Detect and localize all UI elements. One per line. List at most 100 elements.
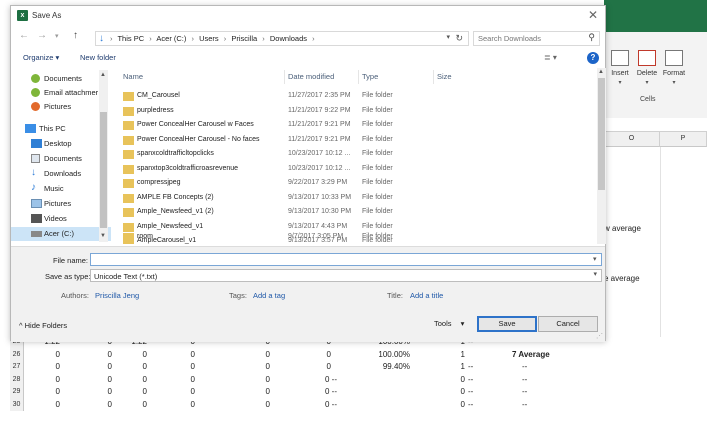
list-item[interactable]: spanxcoldtrafficltopclicks 10/23/2017 10… <box>117 149 593 161</box>
row-number[interactable]: 29 <box>10 386 24 399</box>
forward-arrow-icon[interactable]: → <box>37 30 47 41</box>
cell[interactable] <box>468 349 508 362</box>
table-row[interactable]: 27 0 0 0 0 0 0 99.40% 1 -- -- <box>0 361 707 374</box>
cell[interactable]: 0 <box>30 399 60 412</box>
cell[interactable]: 0 <box>150 399 195 412</box>
row-number[interactable]: 28 <box>10 373 24 386</box>
refresh-icon[interactable]: ↻ <box>455 33 463 44</box>
cell-text[interactable]: w average <box>604 224 641 233</box>
column-header-size[interactable]: Size <box>437 72 452 81</box>
nav-item-music[interactable]: ♪ Music <box>11 182 111 196</box>
cell[interactable]: 0 <box>415 386 465 399</box>
dialog-title-bar[interactable]: x Save As ✕ <box>11 6 605 26</box>
up-arrow-icon[interactable]: ↑ <box>73 30 78 41</box>
cell[interactable]: -- <box>522 399 572 412</box>
list-item[interactable]: compressjpeg 9/22/2017 3:29 PM File fold… <box>117 178 593 190</box>
table-row[interactable]: 26 0 0 0 0 0 0 100.00% 1 7 Average <box>0 348 707 362</box>
authors-value[interactable]: Priscilla Jeng <box>95 291 139 300</box>
cell[interactable]: 0 <box>112 349 147 362</box>
cell[interactable]: 0 <box>30 386 60 399</box>
nav-item-desktop[interactable]: Desktop <box>11 137 111 151</box>
scroll-up-icon[interactable]: ▲ <box>100 72 106 78</box>
nav-item-this-pc[interactable]: This PC <box>11 122 111 136</box>
list-item[interactable]: room 9/7/2017 3:05 PM File folder <box>117 232 593 244</box>
cell[interactable]: 0 <box>200 386 270 399</box>
cell[interactable]: -- <box>468 399 508 412</box>
column-header-o[interactable]: O <box>604 132 660 147</box>
cell[interactable]: 0 -- <box>325 399 365 412</box>
cell[interactable]: 0 <box>415 374 465 387</box>
cell[interactable]: 0 <box>150 374 195 387</box>
address-dropdown-icon[interactable]: ▾ <box>446 33 450 41</box>
nav-item-acer-drive[interactable]: Acer (C:) <box>11 227 111 241</box>
cell[interactable]: -- <box>522 361 572 374</box>
cell[interactable]: 0 <box>30 349 60 362</box>
cell[interactable]: 0 <box>70 399 112 412</box>
save-as-type-select[interactable]: Unicode Text (*.txt) ▾ <box>90 269 602 282</box>
breadcrumb-item[interactable]: Downloads <box>270 34 307 43</box>
cell[interactable]: 0 <box>200 361 270 374</box>
cell[interactable]: -- <box>468 361 508 374</box>
tools-button[interactable]: Tools ▾ <box>434 319 464 328</box>
cell[interactable]: 7 Average <box>512 349 572 362</box>
view-options-icon[interactable]: ≣ ▾ <box>544 53 557 62</box>
table-row[interactable]: 28 0 0 0 0 0 0 -- 0 -- -- <box>0 373 707 387</box>
nav-item-pictures-pc[interactable]: Pictures <box>11 197 111 211</box>
list-item[interactable]: purpledress 11/21/2017 9:22 PM File fold… <box>117 106 593 118</box>
cell[interactable]: 0 <box>150 386 195 399</box>
tags-value[interactable]: Add a tag <box>253 291 285 300</box>
table-row[interactable]: 30 0 0 0 0 0 0 -- 0 -- -- <box>0 398 707 412</box>
nav-item-documents[interactable]: Documents <box>11 72 111 86</box>
cell[interactable]: 0 <box>275 361 331 374</box>
cell[interactable]: -- <box>468 374 508 387</box>
search-box[interactable]: Search Downloads ⚲ <box>473 31 600 46</box>
cell[interactable]: 0 <box>70 361 112 374</box>
list-item[interactable]: CM_Carousel 11/27/2017 2:35 PM File fold… <box>117 91 593 103</box>
table-row[interactable]: 29 0 0 0 0 0 0 -- 0 -- -- <box>0 386 707 399</box>
breadcrumb-item[interactable]: This PC <box>117 34 144 43</box>
save-button[interactable]: Save <box>477 316 537 332</box>
cell[interactable]: 0 <box>200 374 270 387</box>
scrollbar-thumb[interactable] <box>598 78 605 190</box>
list-item[interactable]: spanxtop3coldtrafficroasrevenue 10/23/20… <box>117 164 593 176</box>
help-icon[interactable]: ? <box>587 52 599 64</box>
formula-bar[interactable] <box>604 118 707 132</box>
scrollbar-thumb[interactable] <box>100 112 107 228</box>
cell[interactable]: 1 <box>415 361 465 374</box>
cell[interactable]: 0 <box>150 361 195 374</box>
cell[interactable]: 0 <box>112 386 147 399</box>
cell[interactable]: 0 <box>112 361 147 374</box>
cell[interactable]: 99.40% <box>340 361 410 374</box>
list-item[interactable]: Power ConcealHer Carousel - No faces 11/… <box>117 135 593 147</box>
cell[interactable]: 0 <box>112 374 147 387</box>
nav-item-videos[interactable]: Videos <box>11 212 111 226</box>
back-arrow-icon[interactable]: ← <box>19 30 29 41</box>
cell[interactable]: -- <box>522 386 572 399</box>
column-header-date-modified[interactable]: Date modified <box>288 72 334 81</box>
cell[interactable]: 0 <box>200 349 270 362</box>
cancel-button[interactable]: Cancel <box>538 316 598 332</box>
cell[interactable]: 0 <box>150 349 195 362</box>
nav-item-documents-pc[interactable]: Documents <box>11 152 111 166</box>
cell[interactable]: 0 -- <box>325 374 365 387</box>
cell[interactable]: 0 <box>200 399 270 412</box>
chevron-down-icon[interactable]: ▾ <box>593 255 597 263</box>
address-bar[interactable]: ↓ › This PC › Acer (C:) › Users › Prisci… <box>95 31 469 46</box>
nav-item-downloads[interactable]: ↓ Downloads <box>11 167 111 181</box>
row-number[interactable]: 27 <box>10 361 24 374</box>
cell[interactable]: -- <box>522 374 572 387</box>
cell[interactable]: 1 <box>415 349 465 362</box>
recent-locations-chevron-icon[interactable]: ▾ <box>55 32 59 40</box>
delete-cells-button[interactable]: Delete ▾ <box>633 50 661 86</box>
list-item[interactable]: Power ConcealHer Carousel w Faces 11/21/… <box>117 120 593 132</box>
cell[interactable]: 0 <box>70 349 112 362</box>
new-folder-button[interactable]: New folder <box>80 53 116 62</box>
hide-folders-button[interactable]: ^ Hide Folders <box>19 321 67 330</box>
nav-item-pictures[interactable]: Pictures <box>11 100 111 114</box>
column-header-p[interactable]: P <box>660 132 707 147</box>
scroll-down-icon[interactable]: ▼ <box>100 233 106 239</box>
cell[interactable]: 100.00% <box>340 349 410 362</box>
cell[interactable]: 0 <box>112 399 147 412</box>
resize-grip-icon[interactable]: ⋰ <box>596 332 603 340</box>
cell[interactable]: 0 -- <box>325 386 365 399</box>
